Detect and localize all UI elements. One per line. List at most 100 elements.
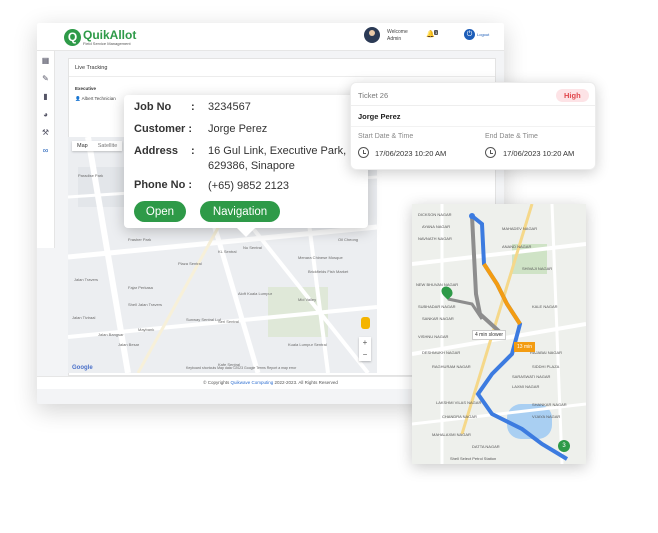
nav-map-label: NEW BHUVAN NAGAR — [416, 282, 459, 287]
logo[interactable]: Q QuikAllot Field Service Management — [64, 26, 136, 48]
customer-label: Customer : — [134, 123, 193, 135]
ticket-card[interactable]: Ticket 26 High Jorge Perez Start Date & … — [350, 82, 596, 170]
nav-map-label: SARASWATI NAGAR — [512, 374, 551, 379]
user-role: Admin — [387, 36, 402, 42]
navigation-map[interactable]: DICKSON NAGAR AYANA NAGAR MAHADEV NAGAR NAV… — [412, 204, 586, 464]
logo-tagline: Field Service Management — [83, 40, 131, 46]
map-label: Mid Valley — [298, 297, 317, 302]
logout-button[interactable]: ⏻ Logout — [464, 29, 489, 40]
nav-map-label: MAHADEV NAGAR — [502, 226, 538, 231]
nav-map-label: VISHNU NAGAR — [418, 334, 449, 339]
nav-map-label: DICKSON NAGAR — [418, 212, 452, 217]
open-button[interactable]: Open — [134, 201, 186, 222]
map-label: Shell Jalan Travers — [128, 302, 163, 307]
nav-map-label: RAGHURAM NAGAR — [432, 364, 471, 369]
nav-map-label: SUBHADAR NAGAR — [418, 304, 456, 309]
tab-satellite[interactable]: Satellite — [93, 141, 123, 151]
google-logo: Google — [72, 365, 93, 371]
navigation-button[interactable]: Navigation — [200, 201, 280, 222]
nav-map-label: DATTA NAGAR — [472, 444, 500, 449]
map-label: Jalan Travers — [74, 277, 99, 282]
map-label: Maybank — [138, 327, 155, 332]
ticket-customer: Jorge Perez — [358, 112, 401, 121]
map-label: Menara Chinese Mosque — [298, 255, 343, 260]
page-title: Live Tracking — [75, 65, 108, 71]
phone-label: Phone No : — [134, 179, 193, 191]
nav-map-label: SHIVAJI NAGAR — [522, 266, 553, 271]
map-label: Plaza Sentral — [178, 261, 202, 266]
map-label: Fajar Perkasa — [128, 285, 153, 290]
binoculars-icon[interactable]: ∞ — [37, 141, 54, 159]
clock-icon — [358, 147, 369, 158]
colon: : — [191, 145, 195, 157]
nav-map-label: KALE NAGAR — [532, 304, 558, 309]
job-no-value: 3234567 — [208, 101, 251, 113]
footer-brand-link[interactable]: Quikwave Computing — [231, 380, 274, 385]
nav-map-label: VIJAYA NAGAR — [532, 414, 561, 419]
ticket-number: Ticket 26 — [358, 91, 389, 100]
logo-mark: Q — [64, 28, 81, 46]
map-label: Frasher Park — [128, 237, 152, 242]
avatar[interactable] — [364, 27, 380, 43]
customer-value: Jorge Perez — [208, 123, 268, 135]
start-date-value: 17/06/2023 10:20 AM — [375, 149, 447, 158]
map-label: Brickfields Fish Market — [308, 269, 349, 274]
briefcase-icon[interactable]: ▮ — [37, 87, 54, 105]
job-no-label: Job No — [134, 101, 172, 113]
alt-route-eta: 4 min slower — [472, 330, 507, 340]
map-label: Jalan Besar — [118, 342, 140, 347]
map-label: Jalan Bangsar — [98, 332, 124, 337]
welcome-line: Welcome — [387, 29, 408, 35]
destination-label: Shell Select Petrol Station — [450, 456, 497, 461]
nav-map-label: NAVNATH NAGAR — [418, 236, 452, 241]
map-label: Paradise Park — [78, 173, 104, 178]
notification-badge: 1 — [434, 30, 439, 35]
divider — [351, 105, 595, 106]
nav-map-label: AYANA NAGAR — [422, 224, 451, 229]
map-type-tabs: Map Satellite — [72, 141, 123, 151]
map-label: Aloft Kuala Lumpur — [238, 291, 273, 296]
address-label: Address — [134, 145, 179, 157]
map-label: KL Sentral — [218, 249, 237, 254]
nav-map-label: ANAND NAGAR — [502, 244, 532, 249]
sidebar: ▦ ✎ ▮ ◕ ⚒ ∞ — [37, 51, 55, 248]
logout-label: Logout — [477, 32, 490, 37]
destination-marker: 3 — [558, 440, 570, 452]
nav-map-label: LAXMI NAGAR — [512, 384, 540, 389]
power-icon: ⏻ — [464, 29, 475, 40]
nav-map-label: SIDDHI PLAZA — [532, 364, 560, 369]
pencil-icon[interactable]: ✎ — [37, 69, 54, 87]
zoom-control: + − — [359, 337, 371, 361]
dashboard-icon[interactable]: ▦ — [37, 51, 54, 69]
wrench-icon[interactable]: ⚒ — [37, 123, 54, 141]
start-date-label: Start Date & Time — [358, 133, 414, 140]
address-line-2: 629386, Sinapore — [208, 160, 295, 172]
logo-name: QuikAllot — [83, 27, 137, 42]
pegman-icon[interactable] — [361, 317, 370, 329]
phone-value: (+65) 9852 2123 — [208, 180, 290, 192]
tab-map[interactable]: Map — [72, 141, 93, 151]
address-value: 16 Gul Link, Executive Park, 629386, Sin… — [208, 144, 346, 174]
address-line-1: 16 Gul Link, Executive Park, — [208, 145, 347, 157]
divider — [351, 126, 595, 127]
map-label: Oil Cheong — [338, 237, 359, 242]
person-icon: 👤 — [75, 96, 82, 101]
nav-map-label: DESHMUKH NAGAR — [422, 350, 461, 355]
map-label: Nu Sentral — [243, 245, 262, 250]
map-label: Kuala Lumpur Sentral — [288, 342, 327, 347]
executive-name: Albert Technician — [81, 96, 116, 101]
priority-badge: High — [556, 89, 589, 102]
zoom-out-button[interactable]: − — [363, 349, 368, 361]
executive-select[interactable]: 👤 Albert Technician — [75, 96, 116, 102]
chart-pie-icon[interactable]: ◕ — [37, 105, 54, 123]
job-info-popup: Job No : 3234567 Customer : Jorge Perez … — [124, 95, 368, 237]
divider — [69, 76, 495, 77]
map-label: Seri Sentral — [218, 319, 239, 324]
main-route-eta: 13 min — [514, 342, 536, 352]
zoom-in-button[interactable]: + — [363, 337, 368, 349]
nav-map-label: SANKAR NAGAR — [422, 316, 454, 321]
map-attribution[interactable]: Keyboard shortcuts Map data ©2023 Google… — [186, 366, 296, 370]
nav-map-label: SHANKAR NAGAR — [532, 402, 567, 407]
end-date-label: End Date & Time — [485, 133, 538, 140]
map-label: Jalan Tiviraal — [72, 315, 96, 320]
